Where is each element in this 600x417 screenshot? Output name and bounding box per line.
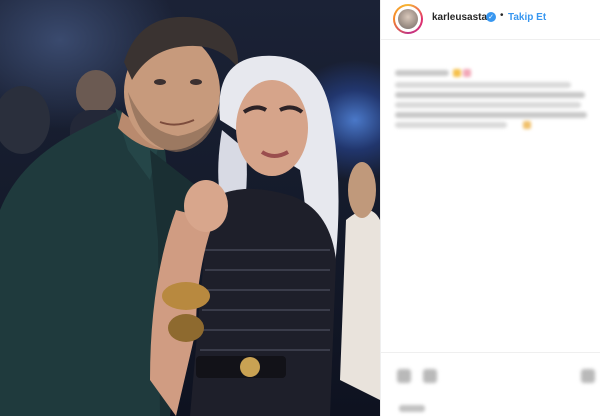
- heart-icon[interactable]: [397, 369, 411, 383]
- post-side-panel: karleusastar ✓ • Takip Et: [380, 0, 600, 416]
- caption-line: [395, 102, 581, 108]
- likes-count: [399, 405, 425, 412]
- bookmark-icon[interactable]: [581, 369, 595, 383]
- caption-line: [395, 70, 449, 76]
- emoji-icon: [453, 69, 461, 77]
- post-photo[interactable]: [0, 0, 380, 416]
- caption-line: [395, 92, 585, 98]
- post-actions: [381, 352, 600, 417]
- avatar-face: [398, 9, 418, 29]
- caption-line: [395, 82, 571, 88]
- emoji-icon: [523, 121, 531, 129]
- caption-line: [395, 112, 587, 118]
- instagram-post: karleusastar ✓ • Takip Et: [0, 0, 600, 416]
- comment-icon[interactable]: [423, 369, 437, 383]
- emoji-icon: [463, 69, 471, 77]
- username-link[interactable]: karleusastar: [432, 12, 491, 23]
- follow-button[interactable]: Takip Et: [508, 12, 546, 23]
- verified-badge-icon: ✓: [486, 12, 496, 22]
- header-separator: •: [500, 10, 504, 21]
- avatar-image: [395, 6, 421, 32]
- photo-illustration: [0, 16, 380, 416]
- caption-line: [395, 122, 507, 128]
- avatar[interactable]: [393, 4, 423, 34]
- post-header: karleusastar ✓ • Takip Et: [381, 0, 600, 40]
- blurred-caption: [395, 58, 591, 138]
